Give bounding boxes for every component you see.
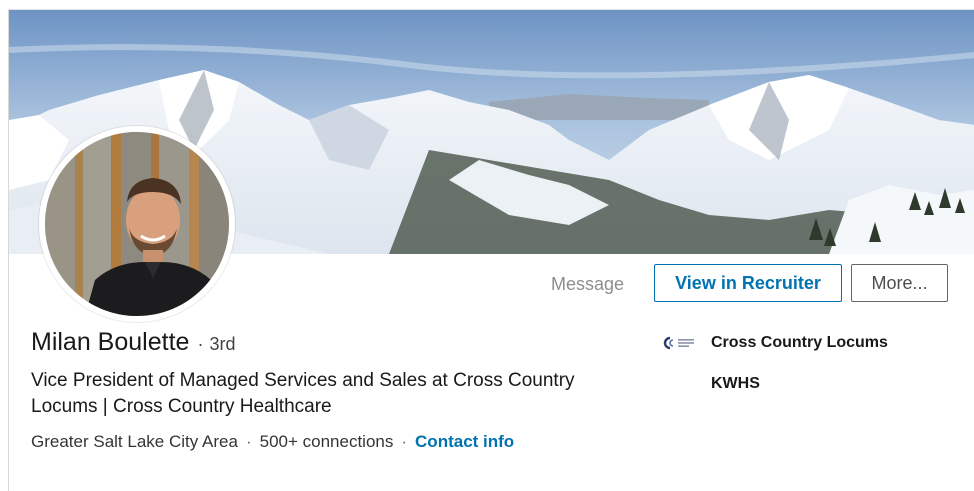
profile-location: Greater Salt Lake City Area	[31, 432, 238, 451]
current-company-item[interactable]: Cross Country Locums	[663, 334, 888, 352]
cross-country-logo-icon	[663, 336, 697, 350]
profile-name: Milan Boulette	[31, 328, 190, 356]
avatar-photo	[45, 132, 229, 316]
profile-page: Message View in Recruiter More... Milan …	[0, 0, 974, 491]
connections-count[interactable]: 500+ connections	[260, 432, 394, 451]
profile-headline: Vice President of Managed Services and S…	[31, 370, 575, 417]
profile-meta-row: Greater Salt Lake City Area · 500+ connect…	[31, 432, 514, 452]
view-in-recruiter-button[interactable]: View in Recruiter	[654, 264, 842, 302]
degree-separator: ·	[197, 334, 204, 354]
meta-separator: ·	[401, 432, 408, 451]
education-name: KWHS	[711, 375, 760, 392]
profile-avatar[interactable]	[39, 126, 235, 322]
connection-degree-badge: 3rd	[209, 334, 236, 354]
contact-info-link[interactable]: Contact info	[415, 432, 514, 451]
education-item[interactable]: KWHS	[663, 375, 760, 393]
meta-separator: ·	[245, 432, 252, 451]
message-button[interactable]: Message	[551, 266, 624, 302]
current-company-name: Cross Country Locums	[711, 334, 888, 351]
profile-name-row: Milan Boulette · 3rd	[31, 328, 235, 357]
more-actions-button[interactable]: More...	[851, 264, 948, 302]
